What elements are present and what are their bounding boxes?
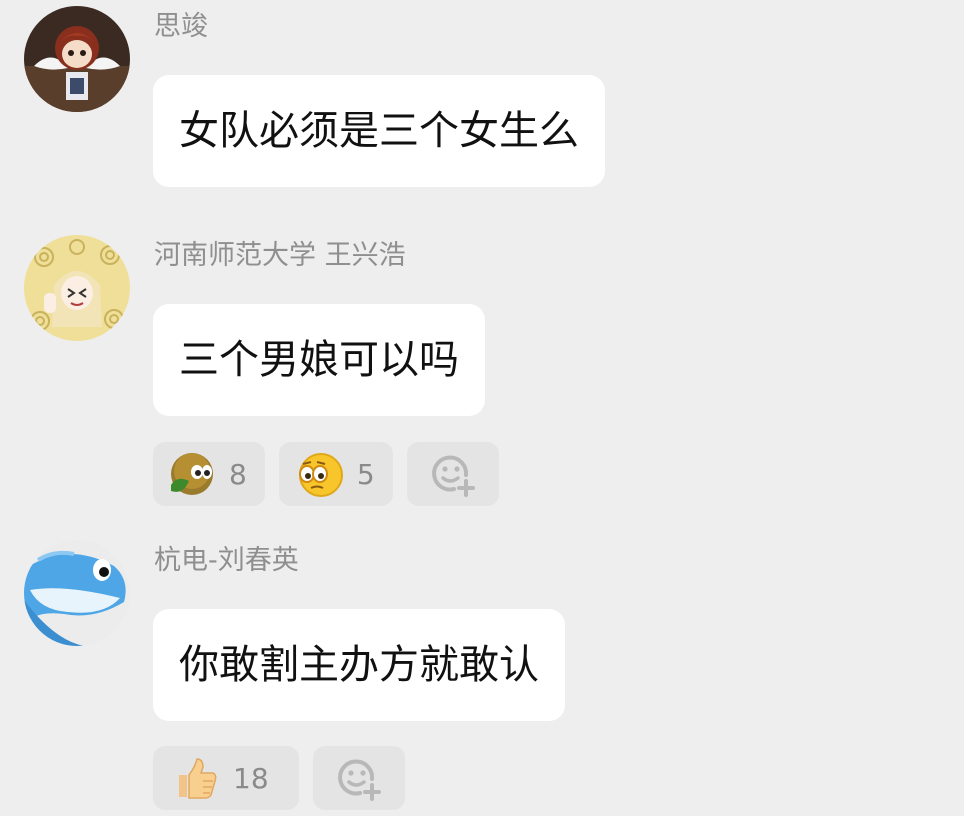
message-bubble[interactable]: 三个男娘可以吗 <box>153 304 485 416</box>
message-bubble[interactable]: 女队必须是三个女生么 <box>153 75 605 187</box>
message-bubble[interactable]: 你敢割主办方就敢认 <box>153 609 565 721</box>
peeking-face-icon <box>295 450 343 498</box>
reaction-count: 5 <box>356 457 375 491</box>
add-reaction-icon <box>428 449 478 499</box>
smirk-face-icon <box>169 451 215 497</box>
sender-name: 思竣 <box>154 11 208 42</box>
sender-name: 河南师范大学 王兴浩 <box>154 240 406 271</box>
add-reaction-button[interactable] <box>406 442 499 506</box>
reaction-count: 8 <box>229 457 247 491</box>
blue-dolphin-avatar[interactable] <box>24 540 130 646</box>
add-reaction-icon <box>334 753 384 803</box>
reaction-count: 18 <box>233 761 269 795</box>
thumbs-up-icon <box>173 755 219 801</box>
add-reaction-button[interactable] <box>312 746 405 810</box>
reaction-chip[interactable]: 8 <box>153 442 265 506</box>
reaction-chip[interactable]: 18 <box>153 746 299 810</box>
reaction-bar: 8 5 <box>153 442 499 506</box>
reaction-bar: 18 <box>153 746 405 810</box>
anime-girl-swirl-avatar[interactable] <box>24 235 130 341</box>
anime-girl-winged-avatar[interactable] <box>24 6 130 112</box>
reaction-chip[interactable]: 5 <box>278 442 393 506</box>
sender-name: 杭电-刘春英 <box>154 545 299 576</box>
